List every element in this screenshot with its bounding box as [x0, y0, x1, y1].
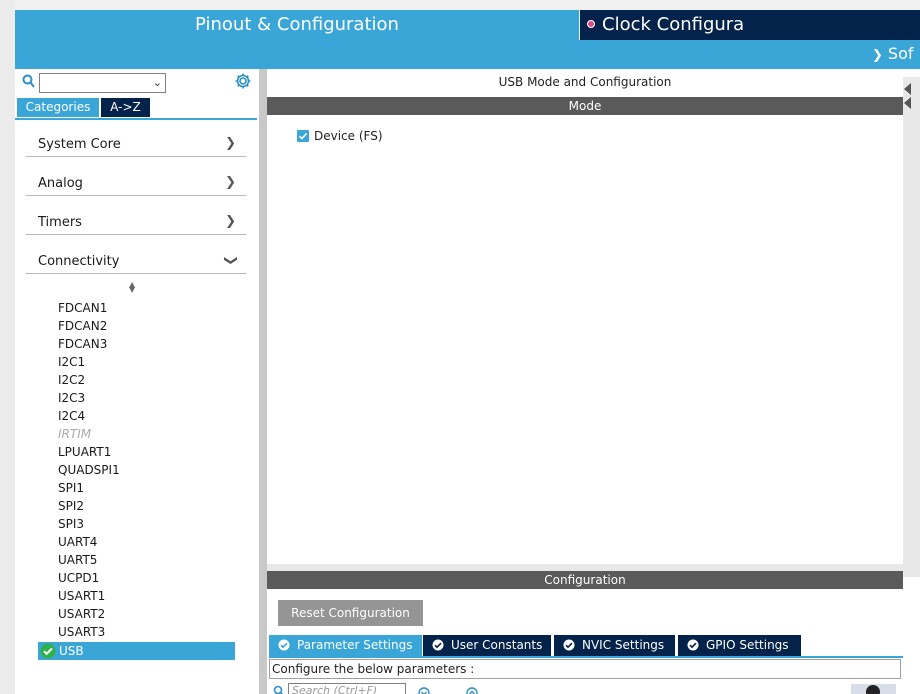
info-icon	[866, 685, 880, 694]
parameter-search: Search (Ctrl+F)	[273, 683, 406, 694]
chevron-down-icon: ❯	[223, 255, 239, 266]
peripheral-item[interactable]: USART3	[58, 625, 105, 639]
status-dot-icon	[587, 20, 595, 28]
sort-icon[interactable]: ▲ ▼	[129, 281, 135, 294]
peripheral-item[interactable]: USART2	[58, 607, 105, 621]
peripheral-item[interactable]: I2C3	[58, 391, 85, 405]
peripheral-item[interactable]: LPUART1	[58, 445, 111, 459]
category-search: ⌄	[21, 72, 253, 94]
check-circle-icon	[278, 639, 290, 651]
peripheral-item[interactable]: I2C1	[58, 355, 85, 369]
tab-label: GPIO Settings	[706, 638, 789, 652]
tab-user-constants[interactable]: User Constants	[423, 635, 551, 656]
info-button[interactable]	[851, 684, 896, 694]
peripheral-item[interactable]: FDCAN2	[58, 319, 107, 333]
reset-configuration-button[interactable]: Reset Configuration	[278, 600, 423, 626]
parameter-search-input[interactable]: Search (Ctrl+F)	[288, 683, 406, 694]
sub-header-bar	[15, 40, 920, 69]
page-title: USB Mode and Configuration	[498, 75, 672, 89]
category-label: System Core	[38, 137, 121, 152]
peripheral-item[interactable]: IRTIM	[58, 427, 91, 441]
check-circle-icon	[687, 639, 699, 651]
peripheral-item[interactable]: USART1	[58, 589, 105, 603]
peripheral-item-usb[interactable]: USB	[38, 642, 235, 660]
parameters-description: Configure the below parameters :	[269, 659, 901, 679]
tab-categories[interactable]: Categories	[17, 98, 99, 117]
peripheral-item[interactable]: FDCAN3	[58, 337, 107, 351]
tab-a-to-z[interactable]: A->Z	[101, 98, 150, 117]
tab-gpio-settings[interactable]: GPIO Settings	[678, 635, 801, 656]
tab-nvic-settings[interactable]: NVIC Settings	[554, 635, 675, 656]
check-icon	[298, 132, 308, 140]
device-fs-checkbox[interactable]	[297, 130, 309, 142]
chevron-down-icon[interactable]: ⌄	[153, 76, 162, 89]
peripheral-item[interactable]: I2C4	[58, 409, 85, 423]
peripheral-label: USB	[59, 644, 84, 658]
configuration-section-header: Configuration	[267, 571, 903, 589]
chevron-right-icon: ❯	[225, 214, 236, 229]
tab-underline	[269, 656, 903, 658]
software-packs-menu[interactable]: ❯ Sof	[872, 44, 913, 63]
tab-clock-label: Clock Configura	[602, 14, 745, 35]
peripheral-item[interactable]: SPI3	[58, 517, 84, 531]
peripheral-item[interactable]: QUADSPI1	[58, 463, 120, 477]
peripheral-item[interactable]: SPI1	[58, 481, 84, 495]
tab-clock-configuration[interactable]: Clock Configura	[580, 10, 920, 40]
category-system-core[interactable]: System Core ❯	[26, 131, 246, 157]
peripheral-item[interactable]: UART4	[58, 535, 97, 549]
tab-label: Parameter Settings	[297, 638, 413, 652]
category-label: Timers	[38, 215, 82, 230]
tab-label: User Constants	[451, 638, 543, 652]
category-timers[interactable]: Timers ❯	[26, 209, 246, 235]
device-fs-label: Device (FS)	[314, 129, 383, 143]
chevron-right-icon: ❯	[225, 136, 236, 151]
peripheral-item[interactable]: I2C2	[58, 373, 85, 387]
collapse-arrow-icon[interactable]	[904, 97, 911, 109]
section-splitter[interactable]	[267, 564, 920, 571]
expand-all-icon[interactable]	[418, 687, 430, 694]
panel-splitter[interactable]	[259, 69, 267, 694]
gear-icon[interactable]	[234, 72, 252, 90]
category-connectivity[interactable]: Connectivity ❯	[26, 248, 246, 274]
software-packs-label: Sof	[887, 44, 914, 63]
tab-pinout-configuration[interactable]: Pinout & Configuration	[15, 10, 579, 40]
peripheral-item[interactable]: UCPD1	[58, 571, 99, 585]
search-icon	[22, 74, 35, 88]
category-label: Analog	[38, 176, 83, 191]
check-circle-icon	[563, 639, 575, 651]
app-window: Pinout & Configuration Clock Configura ❯…	[0, 0, 920, 694]
window-edge	[0, 0, 15, 694]
category-label: Connectivity	[38, 254, 120, 269]
check-circle-icon	[432, 639, 444, 651]
chevron-down-icon: ❯	[872, 48, 883, 63]
peripheral-item[interactable]: UART5	[58, 553, 97, 567]
categories-panel: ⌄ Categories A->Z System Core ❯ Analog ❯	[15, 69, 259, 694]
side-collapse-bar[interactable]	[903, 77, 920, 577]
collapse-arrow-icon[interactable]	[904, 83, 911, 95]
tab-parameter-settings[interactable]: Parameter Settings	[269, 635, 422, 656]
tab-underline	[15, 118, 257, 120]
mode-section-header: Mode	[267, 97, 903, 115]
peripheral-item[interactable]: SPI2	[58, 499, 84, 513]
check-circle-icon	[40, 643, 56, 659]
chevron-right-icon: ❯	[225, 175, 236, 190]
search-icon	[273, 685, 284, 694]
category-analog[interactable]: Analog ❯	[26, 170, 246, 196]
category-search-combo[interactable]: ⌄	[39, 73, 166, 93]
usb-configuration-panel: USB Mode and Configuration Mode Device (…	[267, 69, 920, 694]
peripheral-item[interactable]: FDCAN1	[58, 301, 107, 315]
tab-label: NVIC Settings	[582, 638, 665, 652]
collapse-all-icon[interactable]	[466, 687, 478, 694]
